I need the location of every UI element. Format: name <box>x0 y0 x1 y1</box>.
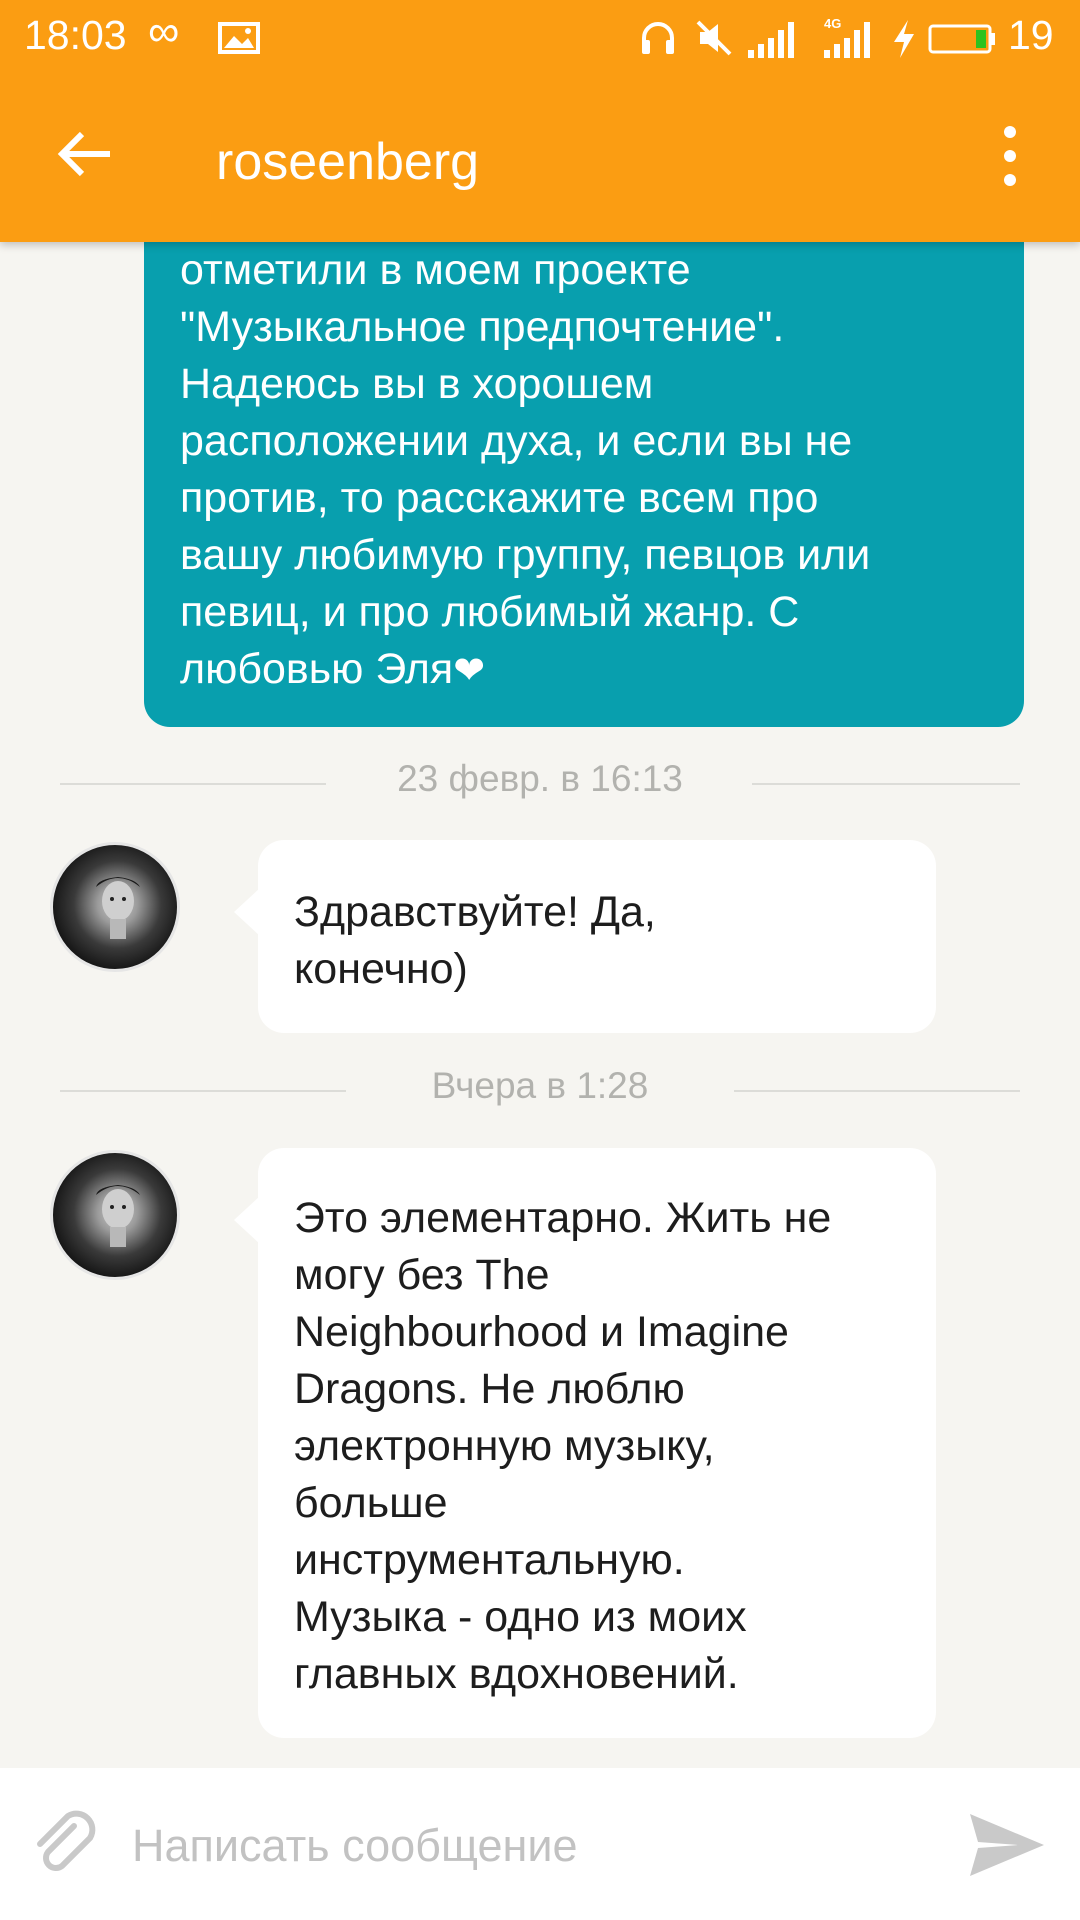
person-silhouette-icon <box>96 877 140 939</box>
signal-icon <box>748 22 794 58</box>
message-line: против, то расскажите всем про <box>180 474 819 522</box>
message-line: Dragons. Не люблю <box>294 1365 685 1413</box>
message-line: Neighbourhood и Imagine <box>294 1308 789 1356</box>
message-line-last: любовью Эля❤ <box>180 641 990 700</box>
send-icon <box>970 1814 1044 1876</box>
message-line: электронную музыку, <box>294 1422 715 1470</box>
chat-screen: отметили в моем проекте "Музыкальное пре… <box>0 0 1080 1920</box>
bubble-tail <box>234 1196 260 1244</box>
battery-icon <box>928 24 995 54</box>
date-separator: 23 февр. в 16:13 <box>60 758 1020 808</box>
message-line: расположении духа, и если вы не <box>180 417 853 465</box>
gallery-icon <box>218 22 260 54</box>
avatar[interactable] <box>50 842 180 972</box>
message-line: Музыка - одно из моих <box>294 1593 747 1641</box>
message-line: больше <box>294 1479 448 1527</box>
send-button[interactable] <box>966 1804 1048 1886</box>
attach-button[interactable] <box>28 1808 104 1884</box>
headphones-icon <box>642 22 674 54</box>
status-time: 18:03 <box>24 12 127 58</box>
date-separator: Вчера в 1:28 <box>60 1065 1020 1115</box>
charging-bolt-icon <box>894 20 914 58</box>
more-vertical-icon <box>1004 126 1016 186</box>
avatar[interactable] <box>50 1150 180 1280</box>
message-line: отметили в моем проекте <box>180 246 691 294</box>
message-line: главных вдохновений. <box>294 1650 739 1698</box>
paperclip-icon <box>37 1810 96 1871</box>
infinity-icon: ∞ <box>148 7 180 56</box>
outgoing-message-bubble[interactable]: отметили в моем проекте "Музыкальное пре… <box>144 160 1024 727</box>
more-menu-button[interactable] <box>990 120 1030 192</box>
date-separator-label: 23 февр. в 16:13 <box>397 758 683 799</box>
incoming-message-bubble[interactable]: Это элементарно. Жить не могу без The Ne… <box>234 1148 936 1738</box>
date-separator-label: Вчера в 1:28 <box>431 1065 649 1106</box>
compose-bar <box>0 1768 1080 1920</box>
arrow-left-icon <box>57 131 110 177</box>
message-line: Здравствуйте! Да, <box>294 888 656 936</box>
chat-title: roseenberg <box>216 133 480 191</box>
message-line: могу без The <box>294 1251 550 1299</box>
incoming-message-bubble[interactable]: Здравствуйте! Да, конечно) <box>234 840 936 1033</box>
toolbar: roseenberg <box>0 76 1080 242</box>
message-line: певиц, и про любимый жанр. С <box>180 588 800 636</box>
status-bar: 18:03 ∞ 4G 19 <box>0 0 1080 76</box>
message-line: "Музыкальное предпочтение". <box>180 303 785 351</box>
person-silhouette-icon <box>96 1185 140 1247</box>
bubble-tail <box>234 888 260 936</box>
heart-emoji: ❤ <box>453 650 486 692</box>
message-line: конечно) <box>294 945 468 993</box>
signal-icon <box>824 22 870 58</box>
message-line: вашу любимую группу, певцов или <box>180 531 871 579</box>
message-line: Это элементарно. Жить не <box>294 1194 832 1242</box>
message-input[interactable] <box>132 1808 932 1884</box>
message-line: Надеюсь вы в хорошем <box>180 360 654 408</box>
mute-icon <box>696 20 732 56</box>
app-header: 18:03 ∞ 4G 19 roseenberg <box>0 0 1080 242</box>
back-button[interactable] <box>48 116 124 192</box>
message-line: инструментальную. <box>294 1536 685 1584</box>
message-text: любовью Эля <box>180 645 454 693</box>
battery-level: 19 <box>1008 12 1054 58</box>
